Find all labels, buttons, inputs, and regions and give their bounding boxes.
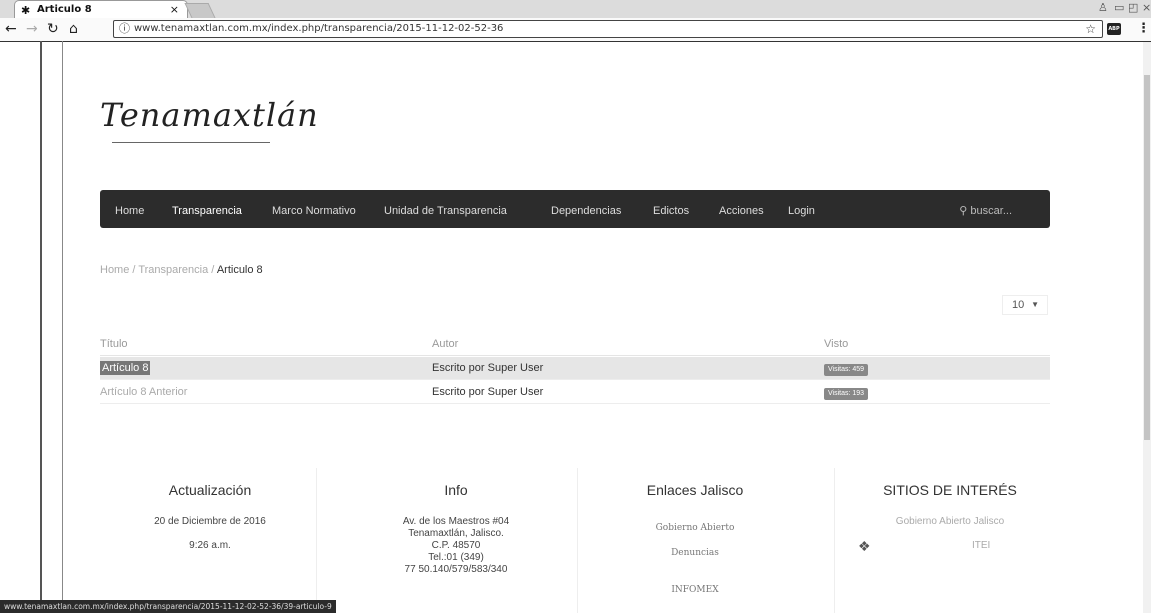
header-hits[interactable]: Visto xyxy=(824,333,848,355)
restore-icon[interactable]: ◰ xyxy=(1128,1,1138,14)
info-line: C.P. 48570 xyxy=(431,540,481,551)
nav-item-unidad-transparencia[interactable]: Unidad de Transparencia xyxy=(384,190,507,228)
tab-close-icon[interactable]: × xyxy=(170,1,179,18)
footer-sites-column: SITIOS DE INTERÉS Gobierno Abierto Jalis… xyxy=(840,482,1060,558)
site-itei[interactable]: ITEI xyxy=(972,540,990,552)
breadcrumb: Home / Transparencia / Articulo 8 xyxy=(100,264,263,276)
itei-logo-icon[interactable]: ❖ xyxy=(858,538,871,555)
breadcrumb-home[interactable]: Home xyxy=(100,264,129,276)
info-line: 77 50.140/579/583/340 xyxy=(404,564,508,575)
footer-info-column: Info Av. de los Maestros #04 Tenamaxtlán… xyxy=(346,482,566,576)
close-window-icon[interactable]: × xyxy=(1142,1,1151,14)
new-tab-button[interactable] xyxy=(184,3,216,18)
nav-item-marco-normativo[interactable]: Marco Normativo xyxy=(272,190,356,228)
table-header: Título Autor Visto xyxy=(100,333,1050,356)
breadcrumb-section[interactable]: Transparencia xyxy=(138,264,208,276)
nav-item-login[interactable]: Login xyxy=(788,190,815,228)
site-logo[interactable]: Tenamaxtlán xyxy=(100,96,319,134)
tab-title: Articulo 8 xyxy=(37,4,92,15)
site-gobierno-abierto-jalisco[interactable]: Gobierno Abierto Jalisco xyxy=(840,516,1060,528)
header-author[interactable]: Autor xyxy=(432,333,458,355)
bookmark-star-icon[interactable]: ☆ xyxy=(1085,21,1096,37)
table-row: Artículo 8 Anterior Escrito por Super Us… xyxy=(100,381,1050,404)
footer-update-heading: Actualización xyxy=(168,482,252,498)
minimize-icon[interactable]: ▭ xyxy=(1114,1,1124,14)
search-icon: ⚲ xyxy=(959,205,968,217)
reload-icon[interactable]: ↻ xyxy=(47,20,59,38)
browser-toolbar: ← → ↻ ⌂ ⓘ www.tenamaxtlan.com.mx/index.p… xyxy=(0,18,1151,42)
update-time: 9:26 a.m. xyxy=(189,540,231,551)
info-line: Av. de los Maestros #04 xyxy=(402,516,510,527)
info-line: Tenamaxtlán, Jalisco. xyxy=(408,528,504,539)
search-input[interactable]: ⚲ buscar... xyxy=(959,190,1012,232)
header-title[interactable]: Título xyxy=(100,333,128,355)
hits-badge: Visitas: 459 xyxy=(824,364,869,376)
update-date: 20 de Diciembre de 2016 xyxy=(154,516,266,527)
main-navigation: Home Transparencia Marco Normativo Unida… xyxy=(100,190,1050,228)
browser-tab-strip: ✱ Articulo 8 × ♙ ▭ ◰ × xyxy=(0,0,1151,18)
breadcrumb-separator: / xyxy=(132,264,136,276)
link-denuncias[interactable]: Denuncias xyxy=(585,541,805,566)
back-arrow-icon[interactable]: ← xyxy=(5,20,17,38)
list-limit-value: 10 xyxy=(1012,299,1025,311)
adblock-extension-icon[interactable]: ABP xyxy=(1107,23,1121,35)
address-bar[interactable]: ⓘ www.tenamaxtlan.com.mx/index.php/trans… xyxy=(113,20,1103,38)
link-gobierno-abierto[interactable]: Gobierno Abierto xyxy=(585,516,805,541)
footer-info-heading: Info xyxy=(444,482,468,498)
left-frame-line xyxy=(40,41,42,613)
profile-icon[interactable]: ♙ xyxy=(1098,1,1108,14)
footer-links-column: Enlaces Jalisco Gobierno Abierto Denunci… xyxy=(585,482,805,603)
footer-links-heading: Enlaces Jalisco xyxy=(646,482,744,498)
forward-arrow-icon[interactable]: → xyxy=(26,20,38,38)
breadcrumb-separator: / xyxy=(211,264,215,276)
table-row: Artículo 8 Escrito por Super User Visita… xyxy=(100,357,1050,380)
logo-underline xyxy=(112,142,270,143)
footer-update-column: Actualización 20 de Diciembre de 2016 9:… xyxy=(100,482,320,552)
browser-tab[interactable]: ✱ Articulo 8 × xyxy=(14,0,188,18)
tab-favicon-icon: ✱ xyxy=(21,4,31,17)
caret-down-icon: ▼ xyxy=(1031,300,1039,309)
nav-item-acciones[interactable]: Acciones xyxy=(719,190,764,228)
footer-divider xyxy=(834,468,835,613)
breadcrumb-current: Articulo 8 xyxy=(216,264,263,276)
browser-menu-icon[interactable]: ⋮ xyxy=(1137,21,1150,36)
address-url: www.tenamaxtlan.com.mx/index.php/transpa… xyxy=(134,23,504,34)
list-limit-select[interactable]: 10 ▼ xyxy=(1002,295,1048,315)
nav-item-home[interactable]: Home xyxy=(115,190,144,228)
scrollbar-thumb[interactable] xyxy=(1144,75,1150,440)
site-info-icon[interactable]: ⓘ xyxy=(119,21,130,37)
article-title-link[interactable]: Artículo 8 xyxy=(100,361,151,375)
hits-badge: Visitas: 193 xyxy=(824,388,869,400)
nav-item-edictos[interactable]: Edictos xyxy=(653,190,689,228)
left-frame-line-inner xyxy=(62,41,63,613)
article-author: Escrito por Super User xyxy=(432,362,544,374)
footer-sites-heading: SITIOS DE INTERÉS xyxy=(883,482,1017,498)
nav-item-transparencia[interactable]: Transparencia xyxy=(172,190,242,228)
info-line: Tel.:01 (349) xyxy=(428,552,484,563)
footer-divider xyxy=(577,468,578,613)
article-title-link[interactable]: Artículo 8 Anterior xyxy=(100,381,187,403)
search-placeholder: buscar... xyxy=(970,205,1012,217)
nav-item-dependencias[interactable]: Dependencias xyxy=(551,190,621,228)
link-infomex[interactable]: INFOMEX xyxy=(585,578,805,603)
home-icon[interactable]: ⌂ xyxy=(69,20,78,38)
status-bar-url: www.tenamaxtlan.com.mx/index.php/transpa… xyxy=(0,600,336,613)
article-author: Escrito por Super User xyxy=(432,386,544,398)
